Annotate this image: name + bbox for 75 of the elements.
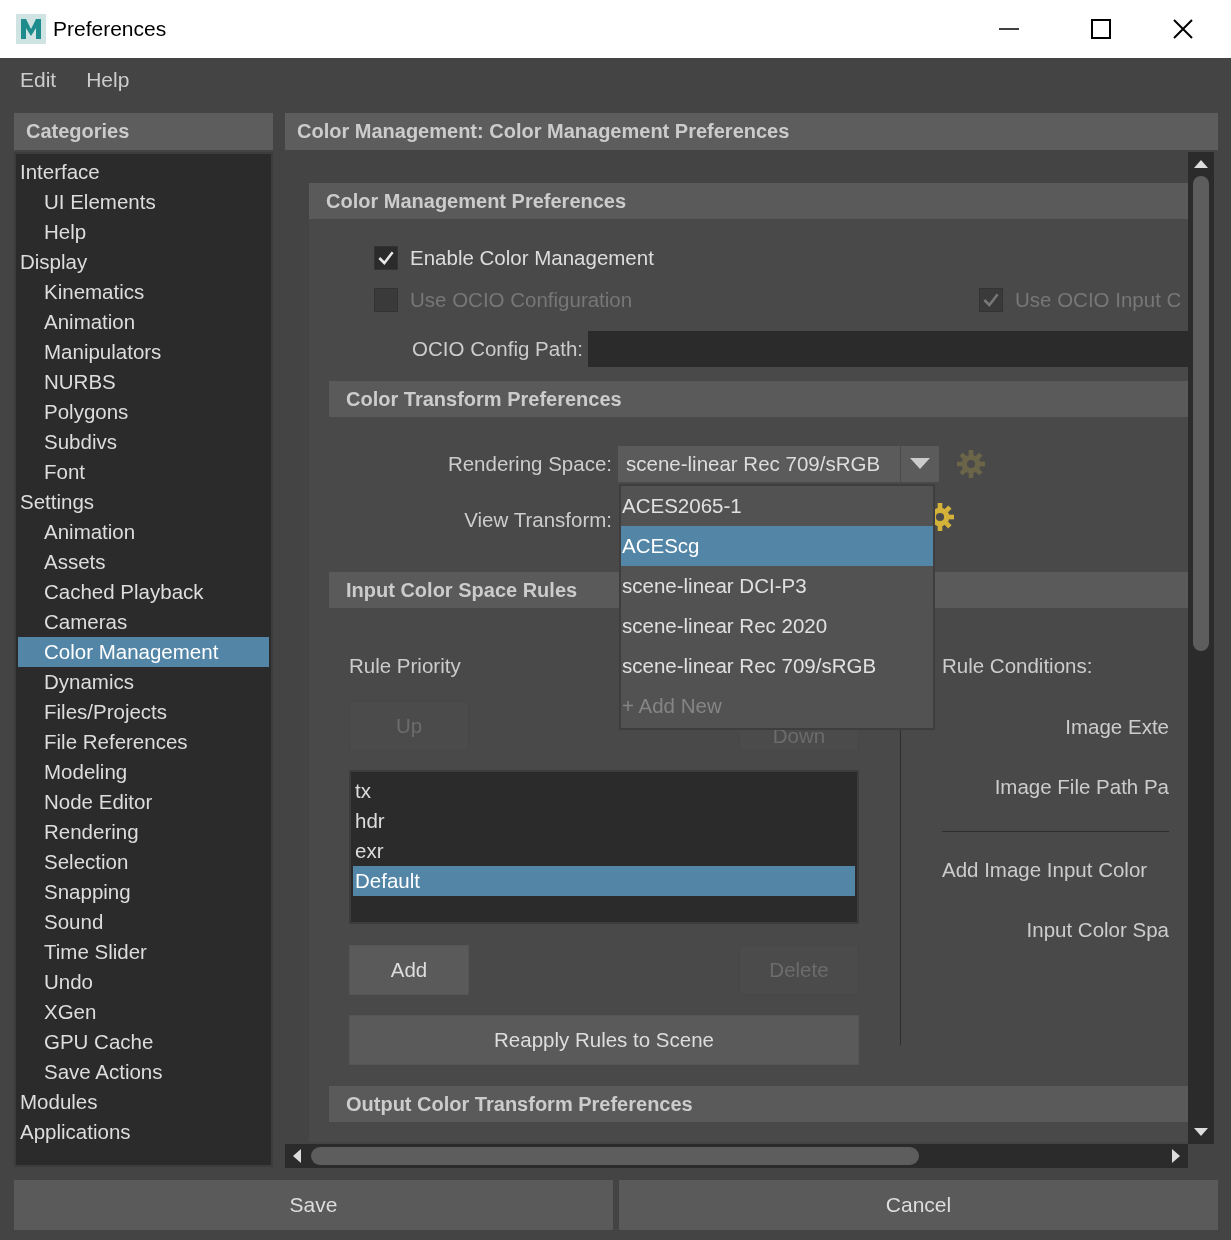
category-item[interactable]: XGen xyxy=(18,997,269,1027)
horizontal-scrollbar[interactable] xyxy=(285,1144,1188,1168)
button[interactable]: Save xyxy=(14,1180,613,1230)
button[interactable]: Cancel xyxy=(619,1180,1218,1230)
category-item[interactable]: Modeling xyxy=(18,757,269,787)
category-item[interactable]: Selection xyxy=(18,847,269,877)
category-item[interactable]: Animation xyxy=(18,517,269,547)
section-header: Output Color Transform Preferences xyxy=(329,1086,1188,1122)
category-item[interactable]: Animation xyxy=(18,307,269,337)
list-item[interactable]: tx xyxy=(353,776,855,806)
category-item[interactable]: Font xyxy=(18,457,269,487)
panel-header: Categories xyxy=(14,113,273,150)
scroll-left-icon[interactable] xyxy=(293,1149,301,1163)
column-label: Rule Priority xyxy=(349,653,461,679)
section-header: Color Management Preferences xyxy=(309,183,1188,219)
category-item[interactable]: Time Slider xyxy=(18,937,269,967)
field-label: View Transform: xyxy=(463,508,613,532)
maximize-icon[interactable] xyxy=(1091,19,1111,39)
menu-item[interactable]: scene-linear Rec 2020 xyxy=(621,606,933,646)
path-field[interactable] xyxy=(588,331,1188,367)
category-item[interactable]: Save Actions xyxy=(18,1057,269,1087)
menu-item[interactable]: scene-linear Rec 709/sRGB xyxy=(621,646,933,686)
menu-item[interactable]: Edit xyxy=(20,68,57,92)
checkbox[interactable] xyxy=(374,246,398,270)
category-item[interactable]: Display xyxy=(18,247,269,277)
scroll-down-icon[interactable] xyxy=(1194,1128,1208,1136)
category-item[interactable]: Sound xyxy=(18,907,269,937)
checkbox-label: Enable Color Management xyxy=(410,246,654,270)
category-item[interactable]: GPU Cache xyxy=(18,1027,269,1057)
category-item[interactable]: Interface xyxy=(18,157,269,187)
list-item[interactable]: hdr xyxy=(353,806,855,836)
category-item[interactable]: UI Elements xyxy=(18,187,269,217)
column-label: Rule Conditions: xyxy=(942,653,1094,679)
category-item[interactable]: File References xyxy=(18,727,269,757)
field-label: OCIO Config Path: xyxy=(411,337,584,361)
field-label: Input Color Spa xyxy=(1025,917,1169,943)
category-item[interactable]: NURBS xyxy=(18,367,269,397)
category-item[interactable]: Modules xyxy=(18,1087,269,1117)
field-label: Add Image Input Color xyxy=(942,857,1149,883)
category-item[interactable]: Dynamics xyxy=(18,667,269,697)
menu-item[interactable]: ACES2065-1 xyxy=(621,486,933,526)
category-item[interactable]: Applications xyxy=(18,1117,269,1147)
category-item[interactable]: Subdivs xyxy=(18,427,269,457)
list-item[interactable]: exr xyxy=(353,836,855,866)
scroll-right-icon[interactable] xyxy=(1172,1149,1180,1163)
category-item[interactable]: Cameras xyxy=(18,607,269,637)
category-item[interactable]: Undo xyxy=(18,967,269,997)
button[interactable]: Reapply Rules to Scene xyxy=(349,1015,859,1065)
field-label: Image Exte xyxy=(1064,714,1169,740)
button[interactable]: Add xyxy=(349,945,469,995)
scroll-up-icon[interactable] xyxy=(1194,160,1208,168)
category-item[interactable]: Settings xyxy=(18,487,269,517)
menu-item[interactable]: Help xyxy=(86,68,130,92)
category-item[interactable]: Files/Projects xyxy=(18,697,269,727)
field-label: Rendering Space: xyxy=(446,452,613,476)
panel-header: Color Management: Color Management Preferences xyxy=(285,113,1218,150)
category-item[interactable]: Kinematics xyxy=(18,277,269,307)
category-item[interactable]: Rendering xyxy=(18,817,269,847)
category-item[interactable]: Help xyxy=(18,217,269,247)
close-icon[interactable] xyxy=(1173,19,1193,39)
field-label: Image File Path Pa xyxy=(993,774,1169,800)
vertical-scrollbar[interactable] xyxy=(1188,152,1214,1144)
category-item[interactable]: Snapping xyxy=(18,877,269,907)
list-item[interactable]: Default xyxy=(353,866,855,896)
category-item[interactable]: Assets xyxy=(18,547,269,577)
category-item[interactable]: Color Management xyxy=(18,637,269,667)
category-item[interactable]: Cached Playback xyxy=(18,577,269,607)
category-item[interactable]: Polygons xyxy=(18,397,269,427)
category-item[interactable]: Node Editor xyxy=(18,787,269,817)
dropdown[interactable]: scene-linear Rec 709/sRGB xyxy=(618,446,900,482)
menu-item[interactable]: ACEScg xyxy=(621,526,933,566)
category-item[interactable]: Manipulators xyxy=(18,337,269,367)
app-logo-icon xyxy=(16,14,46,44)
section-header: Color Transform Preferences xyxy=(329,381,1188,417)
window-title: Preferences xyxy=(53,17,167,41)
